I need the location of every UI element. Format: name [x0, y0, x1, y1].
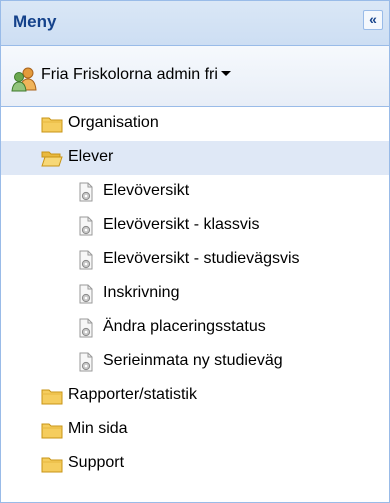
tree-node-2[interactable]: Elever: [1, 141, 389, 175]
tree-node-4[interactable]: Elevöversikt - klassvis: [1, 209, 389, 243]
folder-icon: [41, 386, 63, 406]
user-name-label: Fria Friskolorna admin fri: [41, 66, 231, 84]
folder-open-icon: [41, 148, 63, 168]
tree-node-label: Elevöversikt: [103, 182, 190, 199]
page-gear-icon: [75, 284, 97, 304]
tree-node-label: Elevöversikt - klassvis: [103, 216, 260, 233]
page-gear-icon: [75, 352, 97, 372]
tree-node-3[interactable]: Elevöversikt: [1, 175, 389, 209]
page-gear-icon: [75, 318, 97, 338]
tree-node-10[interactable]: Min sida: [1, 413, 389, 447]
tree-node-1[interactable]: Organisation: [1, 107, 389, 141]
users-icon: [11, 67, 37, 92]
tree-node-8[interactable]: Serieinmata ny studieväg: [1, 345, 389, 379]
page-gear-icon: [75, 216, 97, 236]
tree-node-label: Elevöversikt - studievägsvis: [103, 250, 300, 267]
tree-node-label: Inskrivning: [103, 284, 180, 301]
tree-node-5[interactable]: Elevöversikt - studievägsvis: [1, 243, 389, 277]
user-menu-button[interactable]: Fria Friskolorna admin fri: [1, 46, 389, 107]
page-gear-icon: [75, 182, 97, 202]
menu-tree: Organisation Elever Elevöversikt Elevöversi…: [1, 107, 389, 481]
tree-node-6[interactable]: Inskrivning: [1, 277, 389, 311]
menu-header: Meny «: [1, 1, 389, 46]
tree-node-11[interactable]: Support: [1, 447, 389, 481]
tree-node-label: Rapporter/statistik: [68, 386, 197, 403]
dropdown-caret-icon: [220, 71, 231, 76]
tree-node-label: Support: [68, 454, 125, 471]
tree-node-9[interactable]: Rapporter/statistik: [1, 379, 389, 413]
tree-node-label: Elever: [68, 148, 114, 165]
folder-icon: [41, 454, 63, 474]
tree-node-label: Serieinmata ny studieväg: [103, 352, 283, 369]
collapse-button[interactable]: «: [363, 10, 383, 30]
menu-panel: Meny « Fria Friskolorna admin fri Organi…: [0, 0, 390, 503]
menu-title: Meny: [13, 12, 57, 31]
page-gear-icon: [75, 250, 97, 270]
tree-node-label: Organisation: [68, 114, 159, 131]
tree-node-label: Min sida: [68, 420, 128, 437]
folder-icon: [41, 420, 63, 440]
tree-node-label: Ändra placeringsstatus: [103, 318, 266, 335]
folder-icon: [41, 114, 63, 134]
tree-node-7[interactable]: Ändra placeringsstatus: [1, 311, 389, 345]
